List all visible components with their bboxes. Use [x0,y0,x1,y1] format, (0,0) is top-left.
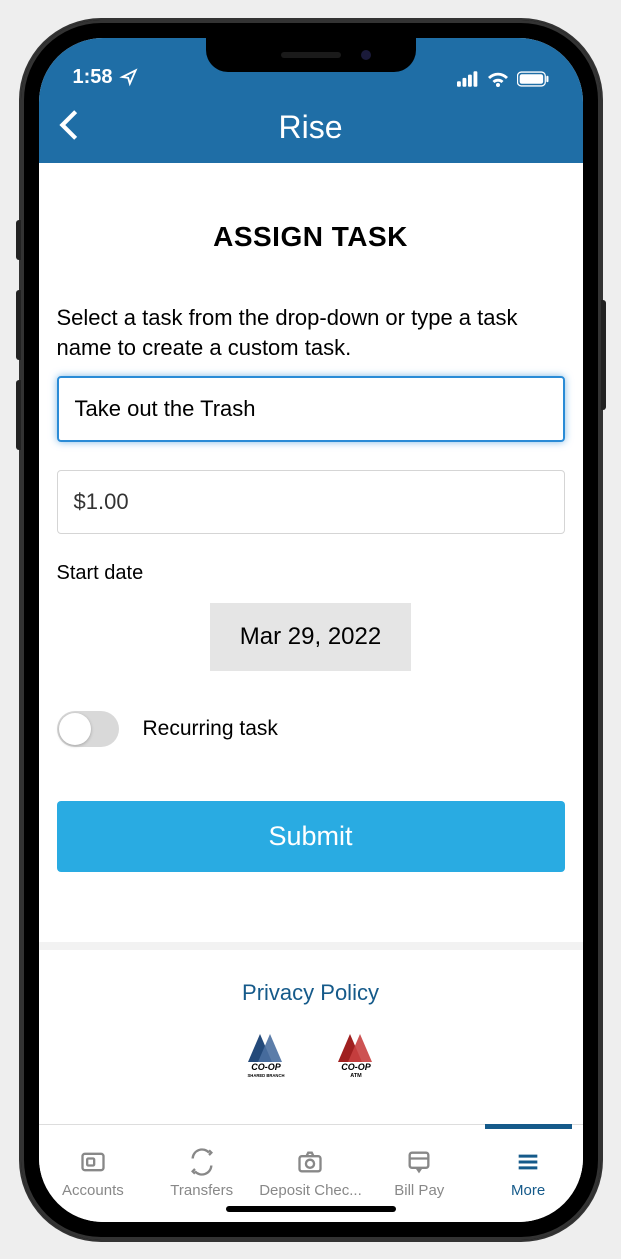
amount-value: $1.00 [74,489,129,514]
svg-text:CO-OP: CO-OP [341,1062,371,1072]
location-arrow-icon [119,67,139,87]
privacy-policy-label: Privacy Policy [242,980,379,1005]
start-date-label: Start date [57,562,565,585]
cell-signal-icon [457,71,479,87]
back-button[interactable] [59,108,79,148]
phone-side-button [16,290,21,360]
camera-icon [296,1148,324,1176]
submit-button[interactable]: Submit [57,801,565,872]
privacy-policy-link[interactable]: Privacy Policy [57,980,565,1006]
tab-label: Transfers [170,1182,233,1199]
start-date-value: Mar 29, 2022 [240,623,381,650]
page-title: ASSIGN TASK [57,221,565,253]
tab-label: Accounts [62,1182,124,1199]
svg-text:ATM: ATM [350,1073,362,1078]
phone-side-button [16,380,21,450]
tab-label: Deposit Chec... [259,1182,362,1199]
receipt-icon [405,1148,433,1176]
section-divider [39,942,583,950]
header-title: Rise [278,109,342,146]
coop-shared-branch-logo: CO-OP SHARED BRANCH [230,1026,302,1078]
tab-label: Bill Pay [394,1182,444,1199]
submit-label: Submit [268,821,352,851]
screen: 1:58 Rise ASSIGN TASK Select a task from… [39,38,583,1222]
menu-icon [514,1148,542,1176]
task-name-input[interactable]: Take out the Trash [57,376,565,442]
amount-input[interactable]: $1.00 [57,470,565,534]
svg-text:SHARED BRANCH: SHARED BRANCH [247,1073,284,1078]
home-indicator[interactable] [226,1206,396,1212]
phone-frame: 1:58 Rise ASSIGN TASK Select a task from… [21,20,601,1240]
status-time: 1:58 [73,66,113,89]
svg-text:CO-OP: CO-OP [251,1062,281,1072]
recurring-toggle[interactable] [57,711,119,747]
toggle-knob [59,713,91,745]
instruction-text: Select a task from the drop-down or type… [57,303,565,365]
recurring-label: Recurring task [143,717,278,741]
wifi-icon [486,69,510,89]
wallet-icon [79,1148,107,1176]
tab-label: More [511,1182,545,1199]
tab-accounts[interactable]: Accounts [39,1125,148,1222]
chevron-left-icon [59,108,79,142]
task-name-value: Take out the Trash [75,396,256,421]
coop-atm-logo: CO-OP ATM [320,1026,392,1078]
start-date-picker[interactable]: Mar 29, 2022 [210,603,411,671]
phone-side-button [16,220,21,260]
battery-icon [517,71,549,87]
transfer-icon [188,1148,216,1176]
partner-logos: CO-OP SHARED BRANCH CO-OP ATM [57,1026,565,1078]
notch [206,38,416,72]
phone-side-button [601,300,606,410]
tab-more[interactable]: More [474,1125,583,1222]
header-bar: Rise [39,93,583,163]
